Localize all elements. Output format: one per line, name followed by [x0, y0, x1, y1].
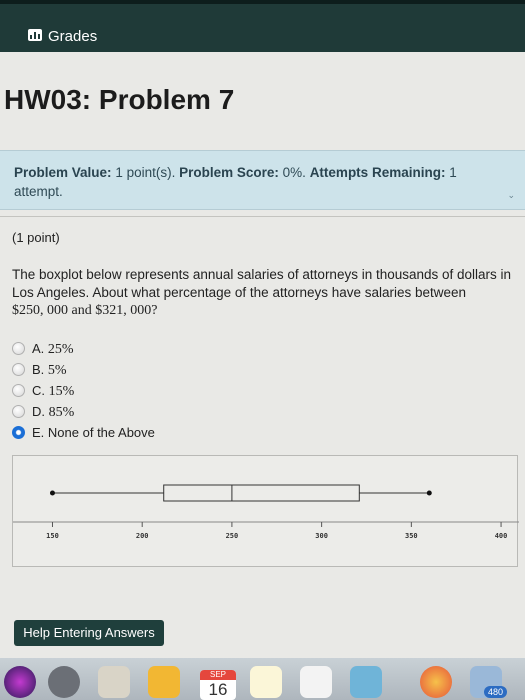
x-tick-label: 150: [46, 532, 59, 540]
answer-letter: A.: [32, 341, 45, 356]
answer-letter: D.: [32, 404, 45, 419]
answer-option-b[interactable]: B. 5%: [10, 359, 155, 380]
calendar-icon[interactable]: SEP 16: [200, 670, 236, 700]
x-tick-label: 350: [405, 532, 418, 540]
max-point: [426, 490, 432, 496]
dock-corner-badge: 480: [484, 686, 508, 698]
launchpad-rocket-icon[interactable]: [48, 666, 80, 698]
answer-value: 5%: [47, 363, 67, 378]
answer-value: None of the Above: [47, 425, 155, 440]
bar-chart-icon[interactable]: [28, 29, 42, 41]
section-divider: [0, 216, 525, 217]
help-entering-answers-button[interactable]: Help Entering Answers: [14, 620, 164, 646]
answer-option-a[interactable]: A. 25%: [10, 338, 155, 359]
calendar-day: 16: [208, 680, 228, 699]
problem-score: 0%.: [282, 165, 306, 180]
top-nav-bar: Grades: [0, 0, 525, 52]
problem-value-label: Problem Value:: [14, 165, 112, 180]
app-icon[interactable]: [148, 666, 180, 698]
radio-button[interactable]: [12, 363, 25, 376]
problem-text-line: The boxplot below represents annual sala…: [12, 267, 512, 300]
siri-icon[interactable]: [4, 666, 36, 698]
answer-letter: B.: [32, 362, 45, 377]
x-tick-label: 300: [315, 532, 328, 540]
problem-text: The boxplot below represents annual sala…: [12, 266, 517, 320]
answer-option-c[interactable]: C. 15%: [10, 380, 155, 401]
grades-link[interactable]: Grades: [48, 28, 97, 45]
answer-value: 85%: [48, 405, 75, 420]
problem-score-label: Problem Score:: [179, 165, 279, 180]
answer-letter: E.: [32, 425, 45, 440]
problem-value: 1 point(s).: [115, 165, 176, 180]
notes-icon[interactable]: [250, 666, 282, 698]
attempts-remaining-label: Attempts Remaining:: [309, 165, 446, 180]
calendar-month: SEP: [200, 670, 236, 680]
min-point: [49, 490, 55, 496]
boxplot-svg: 150 200 250 300 350 400: [13, 484, 519, 540]
answer-option-e[interactable]: E. None of the Above: [10, 422, 155, 443]
interquartile-box: [163, 484, 360, 502]
answer-value: 15%: [48, 384, 75, 399]
radio-button[interactable]: [12, 384, 25, 397]
macos-dock: [0, 658, 525, 700]
radio-button[interactable]: [12, 342, 25, 355]
x-tick-label: 250: [226, 532, 239, 540]
x-tick-label: 200: [136, 532, 149, 540]
problem-text-amounts: $250, 000 and $321, 000?: [12, 303, 158, 318]
radio-button-selected[interactable]: [12, 426, 25, 439]
point-label: (1 point): [12, 230, 60, 245]
problem-info-box: Problem Value: 1 point(s). Problem Score…: [0, 150, 525, 210]
collapse-chevron-icon[interactable]: ⌄: [507, 186, 515, 205]
reminders-icon[interactable]: [300, 666, 332, 698]
radio-button[interactable]: [12, 405, 25, 418]
answer-options: A. 25% B. 5% C. 15% D. 85% E. None of th…: [10, 338, 155, 443]
photos-icon[interactable]: [420, 666, 452, 698]
answer-option-d[interactable]: D. 85%: [10, 401, 155, 422]
maps-icon[interactable]: [350, 666, 382, 698]
x-tick-label: 400: [495, 532, 508, 540]
answer-letter: C.: [32, 383, 45, 398]
answer-value: 25%: [47, 342, 74, 357]
boxplot-figure: 150 200 250 300 350 400: [12, 455, 519, 567]
preview-icon[interactable]: [98, 666, 130, 698]
page-title: HW03: Problem 7: [4, 84, 235, 115]
